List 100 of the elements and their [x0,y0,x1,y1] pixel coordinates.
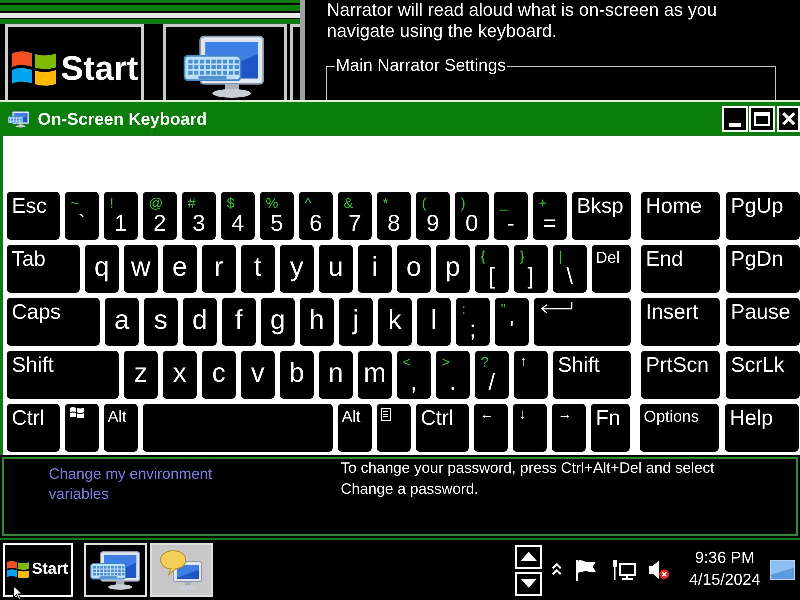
key[interactable]: s [144,298,178,346]
start-button[interactable]: Start [3,543,73,597]
key[interactable]: Options [640,404,719,452]
key[interactable]: Del [592,245,631,293]
key[interactable]: ! 1 [104,192,138,240]
environment-variables-link[interactable]: Change my environment variables [49,465,239,505]
key[interactable]: PgUp [726,192,800,240]
window-title: On-Screen Keyboard [38,110,208,128]
scroll-down-button[interactable] [515,572,542,596]
key[interactable]: Esc [7,192,60,240]
maximize-button[interactable] [749,106,775,132]
key[interactable]: End [641,245,720,293]
key[interactable]: | \ [553,245,587,293]
speaker-muted-icon[interactable] [648,560,670,580]
key[interactable]: + = [533,192,567,240]
minimize-button[interactable] [722,106,748,132]
keyboard-monitor-icon [8,110,30,128]
down-triangle-icon [520,579,536,588]
key[interactable]: ← [474,404,508,452]
key[interactable]: u [319,245,353,293]
key[interactable]: Alt [104,404,138,452]
key[interactable]: ~ ` [65,192,99,240]
key[interactable]: m [358,351,392,399]
key[interactable]: PgDn [726,245,800,293]
key[interactable]: t [241,245,275,293]
key[interactable]: > . [436,351,470,399]
key[interactable]: ↓ [513,404,547,452]
chevron-up-icon[interactable] [552,563,562,577]
key[interactable]: n [319,351,353,399]
key[interactable]: Bksp [572,192,631,240]
key[interactable]: : ; [456,298,490,346]
key[interactable]: * 8 [377,192,411,240]
group-title: Main Narrator Settings [335,56,508,76]
key[interactable]: ( 9 [416,192,450,240]
key[interactable]: Fn [591,404,630,452]
key[interactable]: { [ [475,245,509,293]
key[interactable]: i [358,245,392,293]
key[interactable]: Caps [7,298,100,346]
scroll-up-button[interactable] [515,544,542,568]
key[interactable]: Ctrl [7,404,60,452]
key[interactable]: l [417,298,451,346]
key[interactable]: $ 4 [221,192,255,240]
key[interactable]: Help [725,404,799,452]
key[interactable]: Alt [338,404,372,452]
key[interactable]: x [163,351,197,399]
key[interactable]: Tab [7,245,80,293]
taskbar-app-button[interactable] [84,543,147,597]
key[interactable]: o [397,245,431,293]
key[interactable] [65,404,99,452]
key[interactable]: Shift [553,351,631,399]
key[interactable]: z [124,351,158,399]
key[interactable]: k [378,298,412,346]
password-hint: To change your password, press Ctrl+Alt+Del and select Change a password. [341,459,716,500]
key[interactable]: ) 0 [455,192,489,240]
key[interactable]: Insert [641,298,720,346]
key[interactable]: ^ 6 [299,192,333,240]
key[interactable]: p [436,245,470,293]
close-button[interactable] [777,106,800,132]
key[interactable]: Home [641,192,720,240]
key[interactable]: g [261,298,295,346]
key[interactable]: c [202,351,236,399]
key[interactable]: ↑ [514,351,548,399]
key[interactable]: PrtScn [641,351,720,399]
key[interactable]: ScrLk [726,351,800,399]
key[interactable]: ? / [475,351,509,399]
windows-logo-icon [7,561,29,579]
key[interactable]: f [222,298,256,346]
key[interactable]: # 3 [182,192,216,240]
key[interactable]: h [300,298,334,346]
key[interactable]: Shift [7,351,119,399]
key[interactable]: _ - [494,192,528,240]
key[interactable]: v [241,351,275,399]
keyboard-monitor-icon [90,550,142,590]
key[interactable]: " ' [495,298,529,346]
flag-icon[interactable] [575,559,597,581]
key[interactable] [377,404,411,452]
key[interactable]: d [183,298,217,346]
key[interactable]: q [85,245,119,293]
close-icon [782,112,796,126]
key[interactable]: j [339,298,373,346]
key[interactable]: Pause [726,298,800,346]
up-triangle-icon [520,552,536,561]
menu-icon [381,408,391,421]
key[interactable]: } ] [514,245,548,293]
maximize-icon [754,112,770,126]
key[interactable]: < , [397,351,431,399]
key[interactable]: e [163,245,197,293]
key[interactable]: & 7 [338,192,372,240]
key[interactable]: @ 2 [143,192,177,240]
key[interactable]: % 5 [260,192,294,240]
key[interactable]: Ctrl [416,404,469,452]
start-label: Start [61,52,138,86]
key[interactable]: a [105,298,139,346]
network-monitor-icon[interactable] [612,559,636,581]
speech-bubble-monitor-icon [160,550,204,590]
key[interactable]: → [552,404,586,452]
key[interactable]: w [124,245,158,293]
key[interactable]: r [202,245,236,293]
key[interactable]: y [280,245,314,293]
key[interactable]: b [280,351,314,399]
